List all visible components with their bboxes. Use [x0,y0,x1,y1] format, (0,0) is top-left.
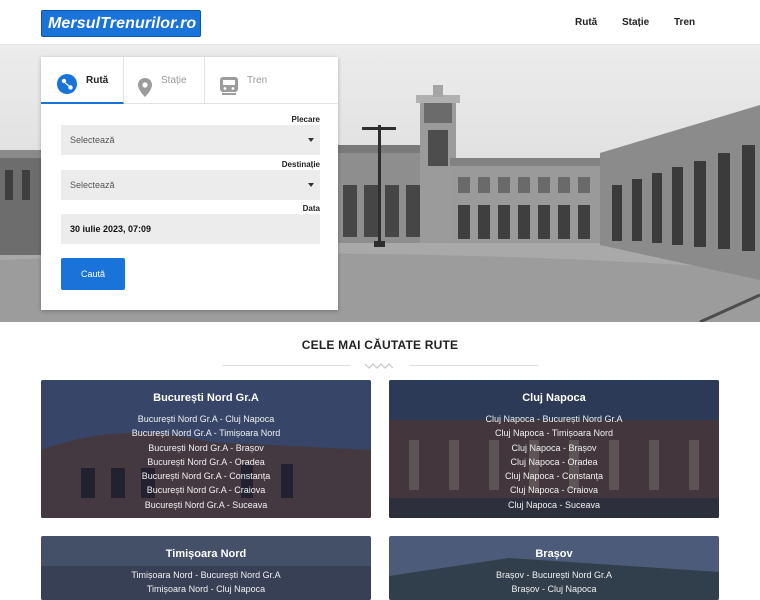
route-card-title: Timișoara Nord [165,548,247,560]
route-link[interactable]: Timișoara Nord - București Nord Gr.A [41,568,371,582]
site-logo[interactable]: MersulTrenurilor.ro [41,10,201,37]
site-header: MersulTrenurilor.ro Rută Stație Tren [0,0,760,45]
route-card-title: Brașov [535,548,573,560]
route-link[interactable]: Cluj Napoca - Constanța [389,469,719,483]
location-pin-icon [138,71,152,118]
destination-label: Destinație [281,160,320,169]
title-divider-left [222,365,350,366]
title-divider-right [410,365,538,366]
route-link[interactable]: Cluj Napoca - București Nord Gr.A [389,412,719,426]
route-list: București Nord Gr.A - Cluj Napoca Bucure… [41,412,371,512]
tab-tren[interactable]: Tren [205,57,338,104]
tab-statie[interactable]: Stație [124,57,205,104]
zigzag-ornament-icon [365,363,394,369]
departure-select[interactable]: Selectează [61,125,320,155]
departure-label: Plecare [291,115,320,124]
route-link[interactable]: București Nord Gr.A - Constanța [41,469,371,483]
destination-select-value: Selectează [70,180,115,190]
route-card-timisoara: Timișoara Nord Timișoara Nord - Bucureșt… [41,536,371,600]
nav-link-statie[interactable]: Stație [622,0,649,45]
tab-statie-label: Stație [161,75,187,86]
train-icon [219,70,239,117]
nav-link-ruta[interactable]: Rută [575,0,597,45]
tab-ruta[interactable]: Rută [41,57,124,104]
date-input[interactable]: 30 iulie 2023, 07:09 [61,214,320,244]
route-link[interactable]: Cluj Napoca - Oradea [389,455,719,469]
departure-select-value: Selectează [70,135,115,145]
route-card-cluj: Cluj Napoca Cluj Napoca - București Nord… [389,380,719,518]
route-link[interactable]: Brașov - București Nord Gr.A [389,568,719,582]
popular-routes-title: CELE MAI CĂUTATE RUTE [301,338,459,352]
route-link[interactable]: București Nord Gr.A - Suceava [41,498,371,512]
chevron-down-icon [308,183,314,187]
tab-ruta-label: Rută [86,75,109,86]
nav-link-tren[interactable]: Tren [674,0,695,45]
route-list: Cluj Napoca - București Nord Gr.A Cluj N… [389,412,719,512]
route-link[interactable]: Timișoara Nord - Cluj Napoca [41,582,371,596]
route-card-brasov: Brașov Brașov - București Nord Gr.A Braș… [389,536,719,600]
route-link[interactable]: București Nord Gr.A - Cluj Napoca [41,412,371,426]
route-list: Timișoara Nord - București Nord Gr.A Tim… [41,568,371,597]
route-link[interactable]: Cluj Napoca - Suceava [389,498,719,512]
date-label: Data [302,204,320,213]
destination-select[interactable]: Selectează [61,170,320,200]
route-link[interactable]: Brașov - Cluj Napoca [389,582,719,596]
search-button[interactable]: Caută [61,258,125,290]
tab-tren-label: Tren [247,75,268,86]
route-link[interactable]: Cluj Napoca - Craiova [389,483,719,497]
route-link[interactable]: București Nord Gr.A - Brașov [41,441,371,455]
route-link[interactable]: București Nord Gr.A - Oradea [41,455,371,469]
route-map-icon [56,69,78,116]
route-link[interactable]: București Nord Gr.A - Timișoara Nord [41,426,371,440]
route-link[interactable]: Cluj Napoca - Timișoara Nord [389,426,719,440]
route-card-bucuresti: București Nord Gr.A București Nord Gr.A … [41,380,371,518]
route-search-card: Rută Stație Tren Plecare Selectează Dest… [41,57,338,310]
search-tabs: Rută Stație Tren [41,57,338,104]
route-card-title: București Nord Gr.A [153,392,259,404]
route-list: Brașov - București Nord Gr.A Brașov - Cl… [389,568,719,597]
chevron-down-icon [308,138,314,142]
route-link[interactable]: Cluj Napoca - Brașov [389,441,719,455]
route-card-title: Cluj Napoca [522,392,586,404]
route-link[interactable]: București Nord Gr.A - Craiova [41,483,371,497]
